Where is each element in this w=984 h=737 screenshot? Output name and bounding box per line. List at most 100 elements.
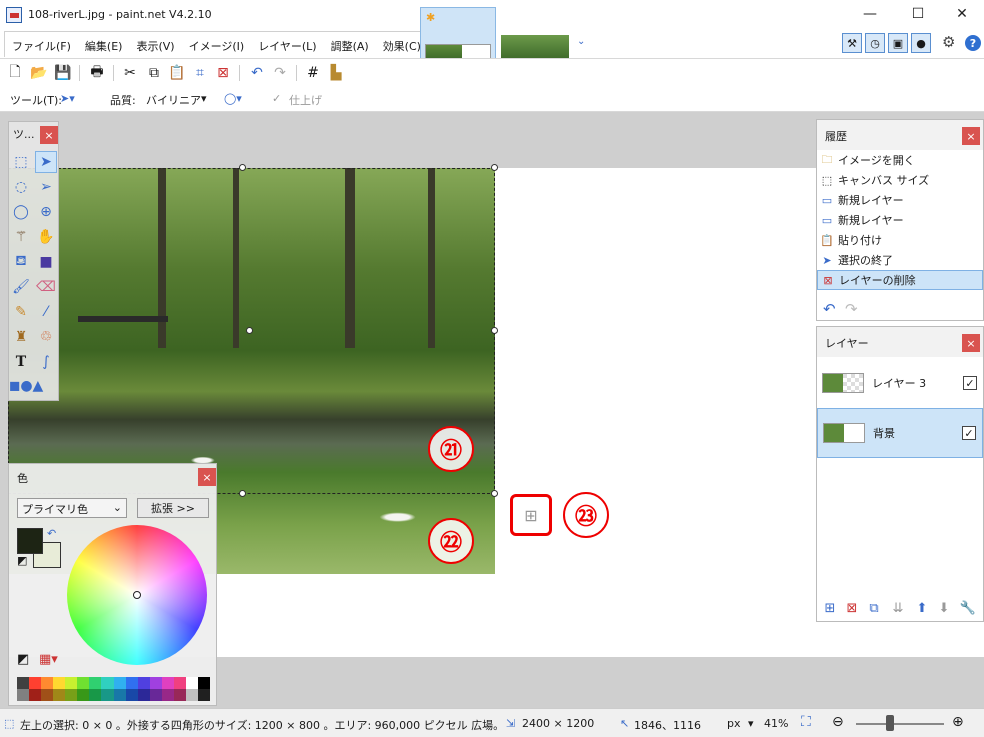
- tools-window-icon[interactable]: ⚒: [842, 33, 862, 53]
- palette-swatch[interactable]: [53, 677, 66, 689]
- colors-panel-close[interactable]: ×: [198, 468, 216, 486]
- add-layer-icon[interactable]: ⊞: [821, 599, 839, 617]
- layers-panel-close[interactable]: ×: [962, 334, 980, 352]
- open-icon[interactable]: 📂: [29, 63, 49, 83]
- palette-swatch[interactable]: [53, 689, 66, 701]
- palette-swatch[interactable]: [77, 689, 90, 701]
- reset-colors-icon[interactable]: ◩: [17, 554, 27, 567]
- layer-visibility-checkbox[interactable]: ✓: [963, 376, 977, 390]
- crop-icon[interactable]: ⌗: [190, 63, 210, 83]
- merge-layer-icon[interactable]: ⇊: [889, 599, 907, 617]
- move-handle-icon[interactable]: ⊞: [510, 494, 552, 536]
- swap-colors-icon[interactable]: ↶: [47, 527, 56, 540]
- palette-swatch[interactable]: [17, 689, 30, 701]
- selection-handle[interactable]: [239, 490, 246, 497]
- palette-swatch[interactable]: [29, 689, 42, 701]
- palette-swatch[interactable]: [149, 677, 162, 689]
- history-item[interactable]: 🗀 イメージを開く: [817, 150, 983, 170]
- palette-swatch[interactable]: [41, 689, 54, 701]
- chevron-down-icon[interactable]: ▾: [748, 717, 754, 730]
- zoom-out-icon[interactable]: ⊖: [832, 714, 844, 730]
- chevron-down-icon[interactable]: ▾: [201, 92, 207, 105]
- selection-handle[interactable]: [491, 490, 498, 497]
- undo-icon[interactable]: ↶: [823, 300, 836, 318]
- palette-swatch[interactable]: [137, 677, 150, 689]
- save-icon[interactable]: 💾: [53, 63, 73, 83]
- palette-swatch[interactable]: [101, 689, 114, 701]
- palette-swatch[interactable]: [65, 677, 78, 689]
- palette-swatch[interactable]: [101, 677, 114, 689]
- menu-layers[interactable]: レイヤー(L): [251, 32, 323, 57]
- selection-handle[interactable]: [239, 164, 246, 171]
- palette-menu-icon[interactable]: ▦▾: [39, 652, 58, 667]
- close-button[interactable]: ✕: [940, 2, 984, 26]
- palette-swatch[interactable]: [185, 677, 198, 689]
- lasso-icon[interactable]: ◌: [10, 176, 32, 198]
- zoom-in-icon[interactable]: ⊕: [952, 714, 964, 730]
- palette-swatch[interactable]: [113, 689, 126, 701]
- menu-edit[interactable]: 編集(E): [78, 32, 130, 57]
- history-item[interactable]: ⬚ キャンバス サイズ: [817, 170, 983, 190]
- color-wheel-marker[interactable]: [133, 591, 141, 599]
- paint-bucket-icon[interactable]: ⛾: [10, 251, 32, 273]
- gear-icon[interactable]: ⚙: [942, 33, 955, 51]
- new-icon[interactable]: 🗋: [5, 63, 25, 83]
- paintbrush-icon[interactable]: 🖌: [10, 276, 32, 298]
- selection-center-handle[interactable]: [246, 327, 253, 334]
- palette-swatch[interactable]: [65, 689, 78, 701]
- tool-selector-icon[interactable]: ➤▾: [60, 92, 75, 105]
- move-selection-icon[interactable]: ➢: [35, 176, 57, 198]
- ruler-icon[interactable]: ▙: [326, 63, 346, 83]
- antialias-icon[interactable]: ◯▾: [224, 92, 242, 105]
- colors-window-icon[interactable]: ●: [911, 33, 931, 53]
- pan-icon[interactable]: ✋: [35, 226, 57, 248]
- palette-swatch[interactable]: [125, 689, 138, 701]
- menu-image[interactable]: イメージ(I): [182, 32, 252, 57]
- shapes-icon[interactable]: ◼●▲: [9, 375, 44, 397]
- history-window-icon[interactable]: ◷: [865, 33, 885, 53]
- clone-stamp-icon[interactable]: ♜: [10, 326, 32, 348]
- tools-panel-close[interactable]: ×: [40, 126, 58, 144]
- palette-swatch[interactable]: [173, 677, 186, 689]
- selection-handle[interactable]: [491, 164, 498, 171]
- gradient-icon[interactable]: ■: [35, 251, 57, 273]
- zoom-slider-thumb[interactable]: [886, 715, 894, 731]
- history-item[interactable]: ➤ 選択の終了: [817, 250, 983, 270]
- ellipse-select-icon[interactable]: ◯: [10, 201, 32, 223]
- paste-icon[interactable]: 📋: [167, 63, 187, 83]
- redo-icon[interactable]: ↷: [845, 300, 858, 318]
- print-icon[interactable]: 🖶: [87, 63, 107, 83]
- minimize-button[interactable]: —: [848, 2, 892, 26]
- color-mode-icon[interactable]: ◩: [17, 652, 29, 667]
- palette-swatch[interactable]: [41, 677, 54, 689]
- quality-dropdown[interactable]: バイリニア: [146, 92, 201, 108]
- cut-icon[interactable]: ✂: [120, 63, 140, 83]
- pencil-icon[interactable]: ✎: [10, 301, 32, 323]
- duplicate-layer-icon[interactable]: ⧉: [865, 599, 883, 617]
- expand-button[interactable]: 拡張 >>: [137, 498, 209, 518]
- palette-swatch[interactable]: [89, 677, 102, 689]
- finish-button[interactable]: 仕上げ: [289, 92, 322, 108]
- zoom-fit-icon[interactable]: ⛶: [801, 714, 811, 730]
- color-target-select[interactable]: プライマリ色 ⌄: [17, 498, 127, 518]
- history-item-selected[interactable]: ⊠ レイヤーの削除: [817, 270, 983, 290]
- layer-visibility-checkbox[interactable]: ✓: [962, 426, 976, 440]
- palette-swatch[interactable]: [29, 677, 42, 689]
- palette-swatch[interactable]: [161, 689, 174, 701]
- rect-select-icon[interactable]: ⬚: [10, 151, 32, 173]
- palette-swatch[interactable]: [89, 689, 102, 701]
- selection-handle[interactable]: [491, 327, 498, 334]
- move-selected-icon[interactable]: ➤: [35, 151, 57, 173]
- palette-swatch[interactable]: [161, 677, 174, 689]
- history-item[interactable]: 📋 貼り付け: [817, 230, 983, 250]
- palette-swatch[interactable]: [149, 689, 162, 701]
- recolor-icon[interactable]: ♲: [35, 326, 57, 348]
- deselect-icon[interactable]: ⊠: [213, 63, 233, 83]
- palette-swatch[interactable]: [125, 677, 138, 689]
- history-item[interactable]: ▭ 新規レイヤー: [817, 210, 983, 230]
- delete-layer-icon[interactable]: ⊠: [843, 599, 861, 617]
- undo-icon[interactable]: ↶: [247, 63, 267, 83]
- palette-swatch[interactable]: [197, 677, 210, 689]
- magic-wand-icon[interactable]: ⚚: [10, 226, 32, 248]
- menu-adjustments[interactable]: 調整(A): [324, 32, 376, 57]
